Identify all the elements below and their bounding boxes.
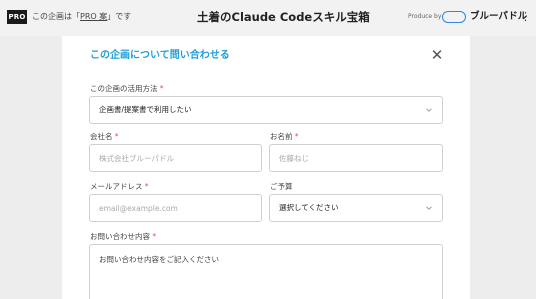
usage-select-value: 企画書/提案書で利用したい (99, 105, 192, 114)
chevron-down-icon (426, 108, 432, 112)
email-input[interactable] (90, 195, 261, 221)
company-label: 会社名 * (90, 132, 119, 142)
inquiry-label: お問い合わせ内容 * (90, 232, 156, 242)
close-icon[interactable]: ✕ (427, 46, 447, 64)
name-input[interactable] (270, 145, 442, 171)
top-bar: PRO この企画は「PRO 案」です 土着のClaude Codeスキル宝箱 P… (0, 0, 536, 36)
modal-title: この企画について問い合わせる (90, 50, 230, 61)
inquiry-modal: この企画について問い合わせる ✕ この企画の活用方法 * 企画書/提案書で利用し… (62, 36, 470, 299)
required-mark: * (152, 232, 157, 241)
name-label: お名前 * (270, 132, 299, 142)
inquiry-label-text: お問い合わせ内容 (90, 232, 150, 241)
name-label-text: お名前 (270, 132, 293, 141)
pro-note: この企画は「PRO 案」です (32, 11, 131, 23)
inquiry-field[interactable] (89, 244, 443, 299)
company-field[interactable] (89, 144, 262, 172)
site-title: 土着のClaude Codeスキル宝箱 (197, 10, 370, 24)
email-label: メールアドレス * (90, 182, 149, 192)
usage-label: この企画の活用方法 * (90, 84, 164, 94)
company-label-text: 会社名 (90, 132, 113, 141)
budget-select-value: 選択してください (279, 203, 339, 212)
pro-note-prefix: この企画は「 (32, 12, 80, 21)
produce-by-label: Produce by (408, 13, 442, 20)
usage-label-text: この企画の活用方法 (90, 84, 158, 93)
name-field[interactable] (269, 144, 443, 172)
required-mark: * (144, 182, 149, 191)
pro-plan-link[interactable]: PRO 案 (80, 12, 107, 21)
required-mark: * (114, 132, 119, 141)
required-mark: * (294, 132, 299, 141)
logo-text: ブルーパドル (470, 11, 528, 22)
required-mark: * (159, 84, 164, 93)
budget-select[interactable]: 選択してください (269, 194, 443, 222)
brand-logo[interactable]: ブルーパドル (442, 9, 527, 25)
usage-select[interactable]: 企画書/提案書で利用したい (89, 96, 443, 124)
chevron-down-icon (426, 206, 432, 210)
pro-note-suffix: 」です (107, 12, 132, 21)
logo-pill-icon (442, 11, 466, 23)
email-field[interactable] (89, 194, 262, 222)
inquiry-textarea[interactable] (90, 245, 442, 299)
kebab-menu-icon[interactable]: ⋮ (520, 10, 531, 24)
email-label-text: メールアドレス (90, 182, 143, 191)
budget-label: ご予算 (270, 182, 293, 191)
pro-badge: PRO (7, 10, 27, 24)
company-input[interactable] (90, 145, 261, 171)
